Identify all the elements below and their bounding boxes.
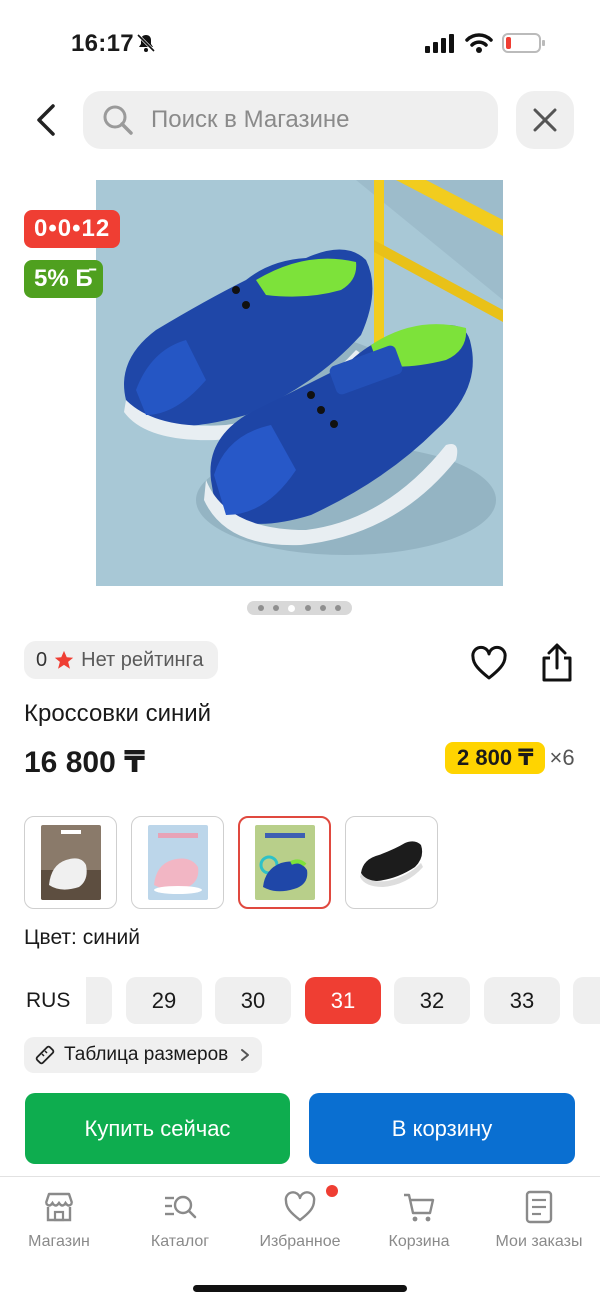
size-chip[interactable]: 30 [215,977,291,1024]
search-input[interactable]: Поиск в Магазине [83,91,498,149]
status-bar: 16:17 [0,0,600,88]
rating-count: 0 [36,648,48,671]
buy-now-button[interactable]: Купить сейчас [25,1093,290,1164]
installment-info[interactable]: 2 800 ₸ ×6 [445,742,575,774]
size-chip-partial[interactable] [86,977,112,1024]
rating-badge[interactable]: 0 Нет рейтинга [24,641,218,679]
color-label: Цвет: синий [24,926,141,949]
size-chip[interactable]: 33 [484,977,560,1024]
size-table-label: Таблица размеров [64,1044,229,1065]
bonus-badge: 5% Б̄ [24,260,103,298]
variant-blue-thumb [254,825,315,900]
nav-item-favorites[interactable]: Избранное [245,1189,355,1251]
share-button[interactable] [537,642,577,684]
variant-black-thumb [356,832,427,893]
signal-icon [425,34,454,53]
product-title: Кроссовки синий [24,700,212,727]
nav-label: Избранное [259,1233,341,1250]
close-search-button[interactable] [516,91,574,149]
nav-label: Каталог [150,1233,210,1250]
rating-text: Нет рейтинга [81,648,204,671]
size-chip[interactable]: 32 [394,977,470,1024]
variant-pink[interactable] [131,816,224,909]
page-dot-active [288,604,296,612]
share-icon [542,643,572,682]
status-time: 16:17 [71,30,134,57]
image-pagination [247,601,352,615]
back-button[interactable] [28,100,64,140]
variant-white[interactable] [24,816,117,909]
variant-pink-thumb [147,825,208,900]
wifi-icon [465,33,493,53]
favorite-button[interactable] [469,644,509,684]
nav-label: Мои заказы [495,1233,583,1250]
variant-blue[interactable] [238,816,331,909]
close-icon [533,108,557,132]
page-dot [272,605,279,611]
installment-multiplier: ×6 [549,745,575,770]
size-selector: RUS 29 30 31 32 33 [0,977,600,1025]
variant-black[interactable] [345,816,438,909]
installment-amount: 2 800 ₸ [445,742,546,774]
page-dot [335,605,342,611]
search-icon [103,105,133,135]
store-icon [44,1192,74,1222]
size-system-label: RUS [26,989,71,1012]
star-icon [54,650,74,669]
cart-icon [404,1193,435,1222]
bottom-nav: Магазин Каталог Избранное Корзина Мои за… [0,1176,600,1303]
battery-low-icon [502,33,545,53]
page-dot [319,605,326,611]
chevron-left-icon [37,104,55,136]
add-to-cart-button[interactable]: В корзину [309,1093,575,1164]
bell-muted-icon [136,33,156,53]
timer-badge: 0•0•12 [24,210,121,248]
size-chip[interactable]: 29 [126,977,202,1024]
search-placeholder: Поиск в Магазине [151,106,350,133]
chevron-right-icon [241,1049,250,1061]
product-image[interactable] [96,180,503,586]
sneakers-photo [96,180,503,586]
size-chip-selected[interactable]: 31 [305,977,381,1024]
variant-white-thumb [40,825,101,900]
size-chip-partial[interactable] [573,977,600,1024]
heart-outline-icon [471,645,507,680]
heart-icon [284,1191,316,1222]
orders-icon [525,1190,553,1224]
nav-item-store[interactable]: Магазин [4,1189,114,1251]
nav-label: Магазин [28,1233,90,1250]
home-indicator[interactable] [193,1285,407,1292]
ruler-icon [35,1045,55,1065]
nav-item-catalog[interactable]: Каталог [125,1189,235,1251]
page-dot [257,605,264,611]
color-variants [24,816,438,909]
nav-item-orders[interactable]: Мои заказы [484,1189,594,1251]
nav-label: Корзина [388,1233,450,1250]
nav-item-cart[interactable]: Корзина [364,1189,474,1251]
page-dot [304,605,311,611]
product-price: 16 800 ₸ [24,746,145,779]
catalog-search-icon [165,1195,197,1219]
favorites-notification-dot [326,1185,338,1197]
size-table-link[interactable]: Таблица размеров [24,1037,263,1073]
